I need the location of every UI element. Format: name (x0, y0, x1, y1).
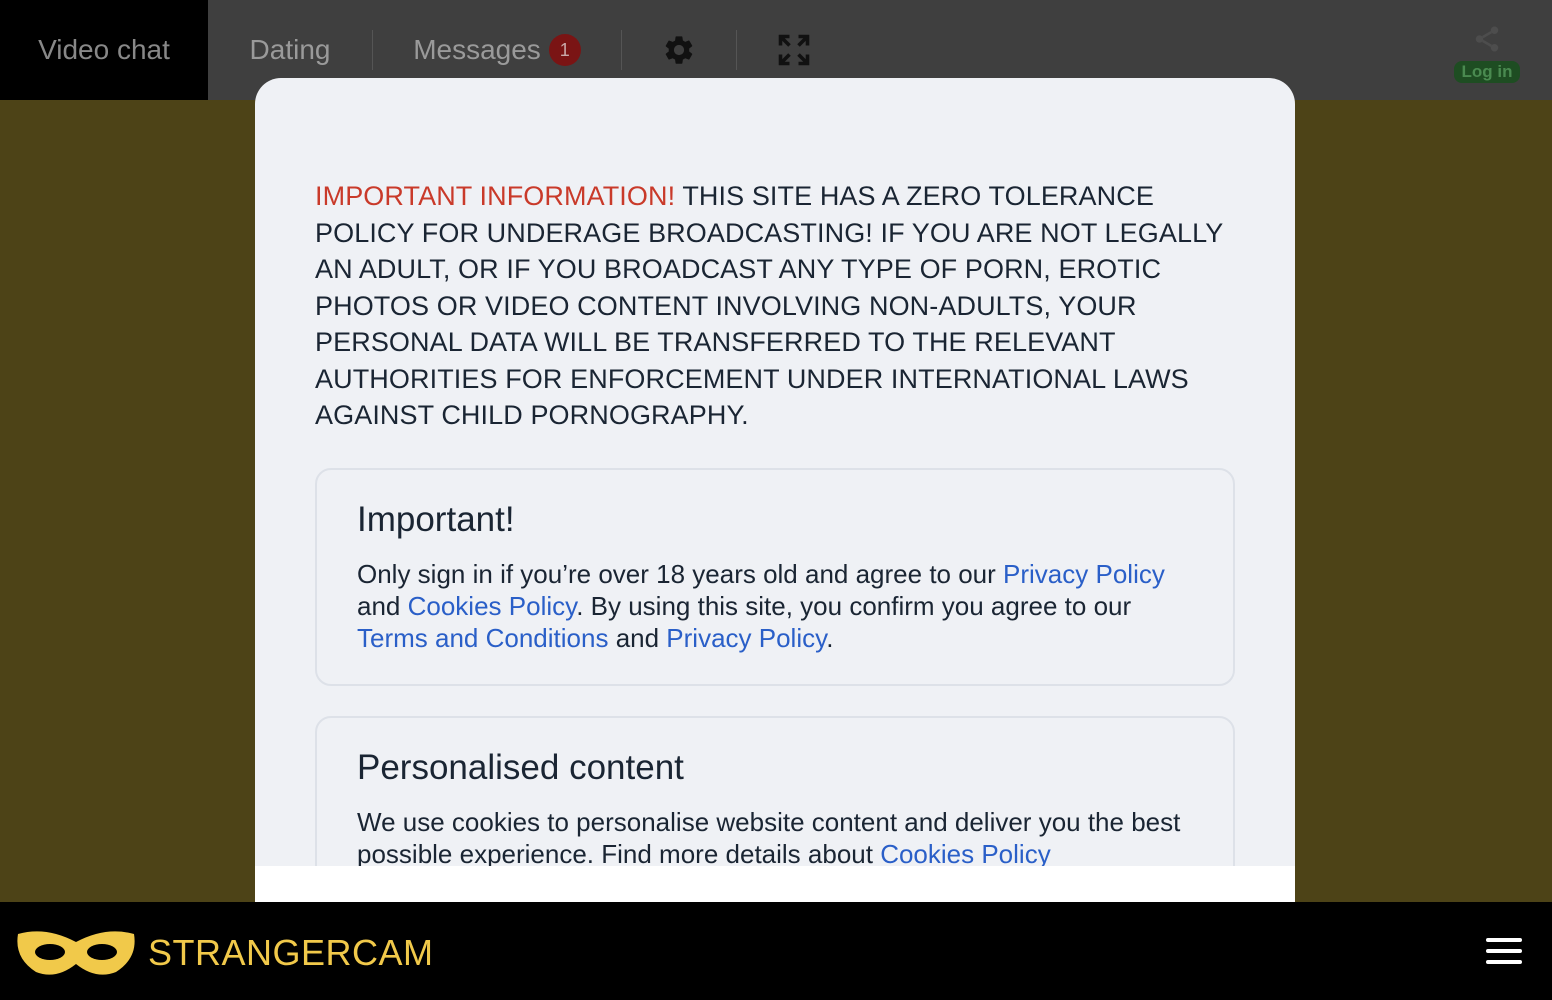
modal-content[interactable]: IMPORTANT INFORMATION! THIS SITE HAS A Z… (315, 178, 1235, 902)
hamburger-menu-button[interactable] (1486, 938, 1522, 966)
messages-count-badge: 1 (548, 34, 581, 66)
text-segment: . By using this site, you confirm you ag… (576, 590, 1132, 621)
text-segment: . (826, 622, 834, 653)
brand-logo[interactable]: STRANGERCAM (16, 928, 434, 978)
privacy-policy-link[interactable]: Privacy Policy (1003, 559, 1165, 589)
text-segment: Only sign in if you’re over 18 years old… (357, 558, 1004, 589)
expand-icon (778, 34, 810, 66)
text-segment: and (357, 590, 408, 621)
cookies-policy-link-2[interactable]: Cookies Policy (880, 839, 1051, 869)
age-consent-modal: IMPORTANT INFORMATION! THIS SITE HAS A Z… (255, 78, 1295, 902)
login-button[interactable]: Log in (1452, 24, 1522, 83)
tab-video-chat[interactable]: Video chat (0, 0, 208, 100)
share-icon (1475, 26, 1499, 52)
modal-footer (255, 866, 1295, 902)
important-card-text: Only sign in if you’re over 18 years old… (357, 558, 1193, 654)
important-card: Important! Only sign in if you’re over 1… (315, 467, 1235, 686)
underage-warning: IMPORTANT INFORMATION! THIS SITE HAS A Z… (315, 178, 1235, 434)
hamburger-menu-icon-line (1486, 960, 1522, 964)
brand-name: STRANGERCAM (148, 932, 434, 973)
tab-video-chat-label: Video chat (38, 34, 170, 65)
personalised-content-text: We use cookies to personalise website co… (357, 806, 1193, 870)
cookies-policy-link[interactable]: Cookies Policy (408, 591, 577, 621)
important-card-title: Important! (357, 499, 515, 539)
login-label: Log in (1453, 61, 1521, 83)
gear-icon (665, 36, 693, 64)
terms-and-conditions-link[interactable]: Terms and Conditions (357, 623, 608, 653)
hamburger-menu-icon-line (1486, 938, 1522, 942)
text-segment: We use cookies to personalise website co… (357, 806, 1181, 869)
privacy-policy-link-2[interactable]: Privacy Policy (666, 623, 826, 653)
tab-dating-label: Dating (249, 34, 331, 65)
mask-logo-icon (17, 931, 135, 975)
warning-lead: IMPORTANT INFORMATION! (315, 181, 676, 211)
bottom-bar: STRANGERCAM (0, 902, 1552, 1000)
text-segment: and (608, 622, 667, 653)
tab-messages-label: Messages (413, 34, 541, 65)
warning-text: THIS SITE HAS A ZERO TOLERANCE POLICY FO… (315, 181, 1223, 430)
hamburger-menu-icon-line (1486, 949, 1522, 953)
personalised-content-title: Personalised content (357, 747, 684, 787)
